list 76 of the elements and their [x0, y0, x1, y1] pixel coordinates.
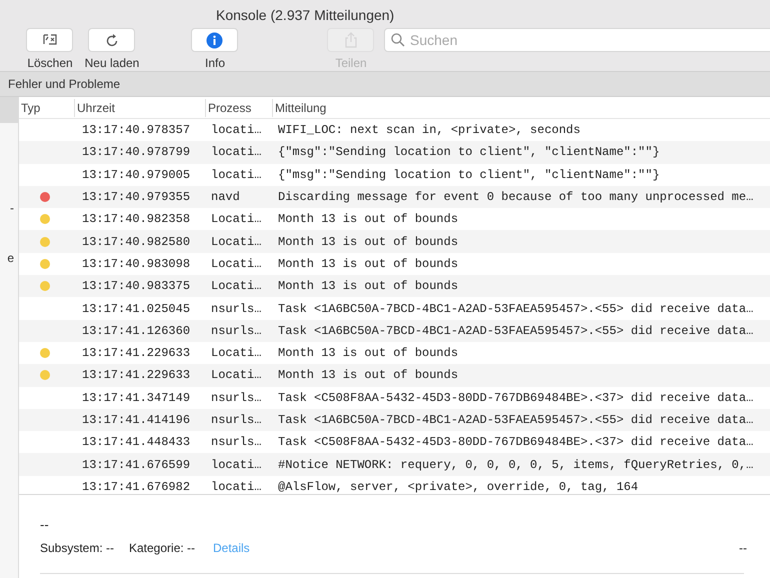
process-cell: Locati… [211, 212, 262, 226]
column-header[interactable]: Mitteilung [275, 98, 326, 116]
process-cell: nsurls… [211, 435, 262, 450]
button-label: Info [205, 55, 225, 72]
time-cell: 13:17:40.983375 [82, 279, 190, 294]
time-cell: 13:17:40.982358 [82, 212, 190, 226]
reload-button[interactable] [88, 28, 135, 52]
info-button[interactable] [191, 28, 238, 52]
time-cell: 13:17:41.025045 [82, 302, 190, 316]
process-cell: nsurls… [211, 413, 262, 427]
time-cell: 13:17:40.978357 [82, 123, 190, 138]
time-cell: 13:17:41.126360 [82, 324, 190, 338]
message-cell: Month 13 is out of bounds [278, 368, 458, 382]
search-icon [391, 33, 405, 47]
message-cell: @AlsFlow, server, <private>, override, 0, tag, 164 [278, 480, 638, 494]
info-icon [206, 32, 223, 48]
message-cell: {"msg":"Sending location to client", "clientName":""} [278, 168, 660, 182]
button-label: Neu laden [84, 55, 140, 72]
process-cell: navd [211, 190, 240, 204]
message-cell: Month 13 is out of bounds [278, 279, 458, 294]
column-header[interactable]: Uhrzeit [77, 98, 116, 116]
time-cell: 13:17:41.414196 [82, 413, 190, 427]
category-label: Kategorie: -- [129, 540, 196, 557]
process-cell: nsurls… [211, 324, 262, 338]
search-field[interactable]: Suchen [384, 28, 770, 52]
button-label: Löschen [27, 55, 73, 72]
message-cell: Month 13 is out of bounds [278, 346, 458, 360]
process-cell: locati… [211, 168, 262, 182]
process-cell: Locati… [211, 368, 262, 382]
message-cell: Month 13 is out of bounds [278, 212, 458, 226]
process-cell: locati… [211, 123, 262, 138]
message-cell: Task <C508F8AA-5432-45D3-80DD-767DB69484BE>.<37> did receive data… [278, 390, 754, 405]
sidebar-item[interactable]: e [0, 245, 14, 271]
process-cell: locati… [211, 145, 262, 160]
time-cell: 13:17:40.982580 [82, 234, 190, 249]
time-cell: 13:17:40.978799 [82, 145, 190, 160]
process-cell: Locati… [211, 279, 262, 294]
process-cell: locati… [211, 458, 262, 472]
message-cell: Task <1A6BC50A-7BCD-4BC1-A2AD-53FAEA595457>.<55> did receive data… [278, 302, 754, 316]
time-cell: 13:17:41.676982 [82, 480, 190, 494]
message-cell: {"msg":"Sending location to client", "clientName":""} [278, 145, 660, 160]
column-header[interactable]: Prozess [208, 98, 252, 116]
message-cell: #Notice NETWORK: requery, 0, 0, 0, 0, 5, items, fQueryRetries, 0,… [278, 458, 754, 472]
subsystem-label: Subsystem: -- [40, 540, 114, 557]
clear-icon [42, 33, 58, 47]
share-icon [344, 32, 358, 48]
time-cell: 13:17:41.229633 [82, 346, 190, 360]
filter-label: Fehler und Probleme [8, 76, 120, 93]
message-cell: Month 13 is out of bounds [278, 234, 458, 249]
button-label: Teilen [335, 55, 367, 72]
message-cell: Month 13 is out of bounds [278, 256, 458, 271]
time-cell: 13:17:40.979005 [82, 168, 190, 182]
process-cell: nsurls… [211, 390, 262, 405]
message-cell: Task <1A6BC50A-7BCD-4BC1-A2AD-53FAEA595457>.<55> did receive data… [278, 413, 754, 427]
column-header[interactable]: Typ [21, 98, 40, 116]
window-title: Konsole (2.937 Mitteilungen) [216, 6, 394, 25]
time-cell: 13:17:41.448433 [82, 435, 190, 450]
sidebar-item[interactable]: - [0, 195, 14, 221]
time-cell: 13:17:41.676599 [82, 458, 190, 472]
message-cell: Task <C508F8AA-5432-45D3-80DD-767DB69484BE>.<37> did receive data… [278, 435, 754, 450]
message-text: -- [40, 516, 49, 534]
message-cell: Task <1A6BC50A-7BCD-4BC1-A2AD-53FAEA595457>.<55> did receive data… [278, 324, 754, 338]
process-cell: locati… [211, 480, 262, 494]
time-cell: 13:17:40.983098 [82, 256, 190, 271]
clear-button[interactable] [26, 28, 73, 52]
message-cell: Discarding message for event 0 because of too many unprocessed me… [278, 190, 754, 204]
process-cell: Locati… [211, 256, 262, 271]
message-cell: WIFI_LOC: next scan in, <private>, seconds [278, 123, 580, 138]
timestamp-value: -- [739, 540, 747, 557]
reload-icon [104, 32, 118, 48]
process-cell: Locati… [211, 234, 262, 249]
time-cell: 13:17:41.347149 [82, 390, 190, 405]
time-cell: 13:17:40.979355 [82, 190, 190, 204]
time-cell: 13:17:41.229633 [82, 368, 190, 382]
process-cell: nsurls… [211, 302, 262, 316]
process-cell: Locati… [211, 346, 262, 360]
